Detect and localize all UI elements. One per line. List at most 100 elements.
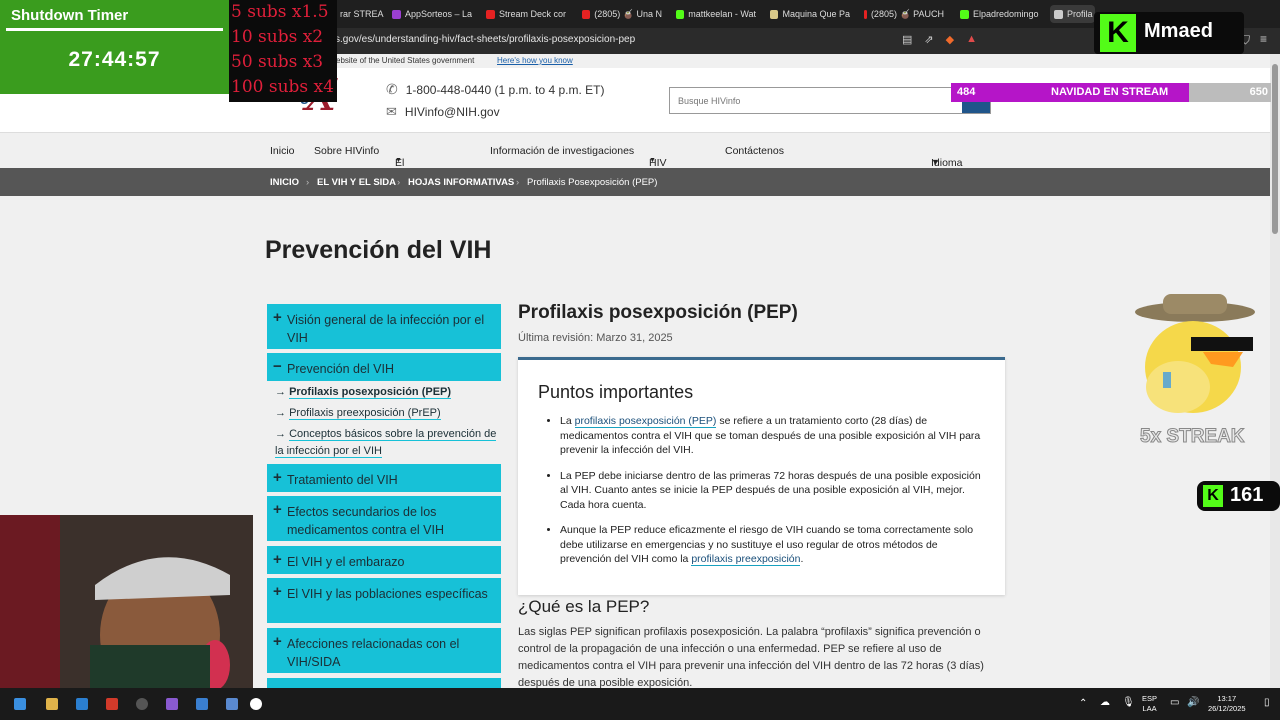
goal-target: 650 [1249,86,1268,98]
prep-link[interactable]: profilaxis preexposición [691,553,801,566]
network-icon[interactable]: ▭ [1170,697,1179,708]
youtube-icon [864,9,867,19]
kick-logo-icon: K [1100,14,1136,52]
tab-label: AppSorteos – La [404,9,472,19]
kick-channel-badge: K Mmaed [1094,12,1244,54]
app-icon[interactable] [226,698,238,710]
browser-tab[interactable]: (2805) 🧉 PAUCH [864,5,944,23]
tab-label: (2805) 🧉 PAUCH [870,8,944,19]
nav-item-sobre[interactable]: Sobre HIVinfo [314,145,379,157]
app-icon[interactable] [136,698,148,710]
breadcrumb-inicio[interactable]: INICIO [270,177,299,188]
sidebar-item-tratamiento[interactable]: + Tratamiento del VIH [267,464,501,492]
sidebar-item-prevencion[interactable]: − Prevención del VIH [267,353,501,381]
page-scrollbar[interactable] [1270,54,1280,688]
breadcrumb-hojas[interactable]: HOJAS INFORMATIVAS [408,177,514,188]
cloud-icon[interactable]: ☁ [1100,697,1110,708]
browser-tab[interactable]: Maquina Que Pa [770,5,850,23]
sidebar-label: Efectos secundarios de los medicamentos … [287,505,445,537]
sidebar-item-efectos[interactable]: + Efectos secundarios de los medicamentos… [267,496,501,541]
app-icon[interactable] [166,698,178,710]
nav-item-investigaciones[interactable]: Información de investigaciones [490,145,634,157]
sidebar-item-next[interactable] [267,678,501,688]
browser-tab[interactable]: AppSorteos – La [392,5,472,23]
streamer-webcam-image [0,515,253,688]
layout-label: LAA [1142,704,1157,713]
tab-label: mattkeelan - Wat [688,9,756,19]
sublink-label: Profilaxis preexposición (PrEP) [289,407,441,420]
pep-link[interactable]: profilaxis posexposición (PEP) [574,415,717,428]
sidebar-item-afecciones[interactable]: + Afecciones relacionadas con el VIH/SIDA [267,628,501,673]
sidebar-sublink-pep[interactable]: → Profilaxis posexposición (PEP) [275,384,452,401]
address-bar-actions: ▤ ⇗ ◆ ▲ [902,33,977,46]
plus-icon: + [273,551,282,568]
rewards-icon[interactable]: ▲ [966,33,977,46]
sidebar-item-poblaciones[interactable]: + El VIH y las poblaciones específicas [267,578,501,623]
browser-tab[interactable]: Elpadredomingo [960,5,1040,23]
email-text: HIVinfo@NIH.gov [404,105,500,119]
phone-text: 1-800-448-0440 (1 p.m. to 4 p.m. ET) [405,82,605,97]
duck-streak-icon [1135,294,1255,413]
scrollbar-thumb[interactable] [1272,64,1278,234]
browser-tab[interactable]: Stream Deck cor [486,5,566,23]
subs-rule: 100 subs x4 [231,77,334,97]
reader-icon[interactable]: ▤ [902,33,912,46]
clock[interactable]: 13:17 26/12/2025 [1208,694,1246,714]
tab-label: rar STREA [340,9,384,19]
nav-item-contactenos[interactable]: Contáctenos [725,145,784,157]
goal-label: NAVIDAD EN STREAM [1051,86,1169,98]
menu-icon[interactable]: ≡ [1260,32,1267,46]
share-icon[interactable]: ⇗ [924,33,933,46]
timer-value: 27:44:57 [68,48,161,71]
browser-tab[interactable]: mattkeelan - Wat [676,5,756,23]
article-title: Profilaxis posexposición (PEP) [518,302,798,323]
chevron-right-icon: › [306,177,310,188]
breadcrumb: INICIO › EL VIH Y EL SIDA › HOJAS INFORM… [0,168,1270,196]
kick-icon [960,9,969,19]
sidebar-item-embarazo[interactable]: + El VIH y el embarazo [267,546,501,574]
app-icon[interactable] [196,698,208,710]
goal-current: 484 [957,86,976,98]
volume-icon[interactable]: 🔊 [1187,697,1199,708]
tab-label: Maquina Que Pa [782,9,850,19]
caret-down-icon: ▼ [649,157,656,164]
browser-tab-active[interactable]: Profila [1050,5,1095,23]
email-contact[interactable]: ✉ HIVinfo@NIH.gov [386,104,500,120]
phone-contact[interactable]: ✆ 1-800-448-0440 (1 p.m. to 4 p.m. ET) [386,81,605,98]
browser-tab[interactable]: (2805) 🧉 Una N [582,5,662,23]
start-icon[interactable] [14,698,26,710]
channel-name: Mmaed [1144,20,1213,42]
sidebar-sublink-prep[interactable]: → Profilaxis preexposición (PrEP) [275,405,441,422]
search-input[interactable] [670,88,960,113]
obs-icon[interactable] [250,698,262,710]
nav-item-inicio[interactable]: Inicio [270,145,295,157]
url-field[interactable]: s.gov/es/understanding-hiv/fact-sheets/p… [335,34,635,45]
notification-icon[interactable]: ▯ [1264,697,1270,708]
shutdown-timer-widget: Shutdown Timer 27:44:57 [0,0,229,94]
sidebar-label: Prevención del VIH [287,362,395,376]
section-title: ¿Qué es la PEP? [518,597,650,616]
how-you-know-link[interactable]: Here's how you know [497,56,573,65]
subs-multiplier-list: 5 subs x1.5 10 subs x2 50 subs x3 100 su… [229,0,337,102]
tab-favicon-icon [1054,9,1063,19]
brave-shield-icon[interactable]: ◆ [946,33,954,46]
key-points-title: Puntos importantes [538,382,694,402]
browser-tab[interactable]: rar STREA [340,5,385,23]
explorer-icon[interactable] [46,698,58,710]
main-nav: Inicio Sobre HIVinfo El VIH y El Sida ▼ … [0,132,1270,205]
time-label: 13:17 [1217,694,1237,703]
text: La [560,415,575,427]
sidebar-item-vision[interactable]: + Visión general de la infección por el V… [267,304,501,349]
app-icon[interactable] [106,698,118,710]
breadcrumb-vih-sida[interactable]: EL VIH Y EL SIDA [317,177,396,188]
input-language[interactable]: ESP LAA [1142,694,1157,714]
phone-icon: ✆ [386,81,398,97]
sidebar-label: Visión general de la infección por el VI… [287,313,485,345]
count-value: 161 [1230,484,1264,506]
mic-icon[interactable]: 🎙 [1122,697,1135,708]
app-icon[interactable] [76,698,88,710]
sidebar-sublink-conceptos[interactable]: → Conceptos básicos sobre la prevención … [275,426,501,460]
goal-bar: 484 NAVIDAD EN STREAM 650 [951,83,1271,102]
sidebar-label: El VIH y las poblaciones específicas [287,587,488,601]
chevron-up-icon[interactable]: ⌃ [1079,698,1087,709]
